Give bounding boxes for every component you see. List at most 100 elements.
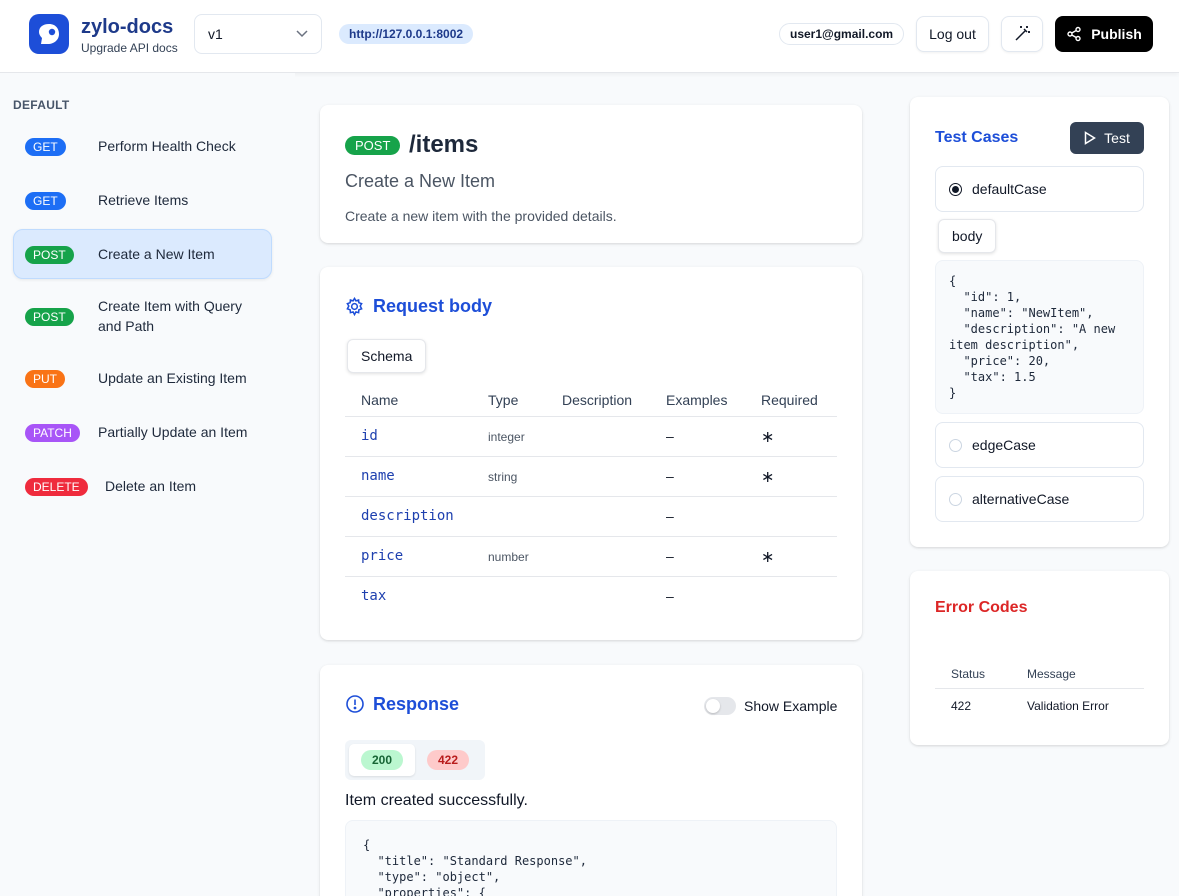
test-case-label: edgeCase [972, 437, 1036, 453]
sidebar-item-update-item[interactable]: PUT Update an Existing Item [13, 359, 272, 397]
server-url-badge: http://127.0.0.1:8002 [339, 24, 474, 44]
required-marker: ∗ [761, 429, 775, 446]
table-divider [345, 576, 837, 577]
sidebar-item-label: Create Item with Query and Path [98, 298, 242, 334]
method-badge: PATCH [25, 424, 80, 442]
publish-label: Publish [1091, 26, 1142, 42]
table-divider [345, 536, 837, 537]
show-example-label: Show Example [744, 698, 838, 714]
operation-description: Create a new item with the provided deta… [345, 208, 617, 224]
error-codes-title: Error Codes [935, 599, 1028, 616]
status-pill-422: 422 [427, 750, 469, 770]
field-example: – [666, 508, 674, 524]
method-badge: GET [25, 192, 66, 210]
error-status: 422 [951, 699, 972, 713]
chevron-down-icon [296, 30, 308, 38]
required-marker: ∗ [761, 469, 775, 486]
sidebar-item-label: Delete an Item [105, 478, 197, 494]
field-example: – [666, 468, 674, 484]
test-label: Test [1104, 130, 1130, 146]
play-icon [1084, 131, 1097, 145]
method-badge: DELETE [25, 478, 88, 496]
field-example: – [666, 588, 674, 604]
tab-body[interactable]: body [938, 219, 997, 253]
error-codes-card: Error Codes Status Message 422 Validatio… [910, 571, 1169, 745]
table-divider [345, 456, 837, 457]
test-case-label: defaultCase [972, 181, 1047, 197]
radio-selected[interactable] [949, 183, 962, 196]
test-cases-title: Test Cases [935, 129, 1019, 146]
publish-button[interactable]: Publish [1055, 16, 1153, 52]
field-type: number [488, 550, 529, 564]
method-badge: GET [25, 138, 66, 156]
field-name: name [361, 468, 395, 484]
magic-wand-icon [1015, 26, 1030, 41]
version-value: v1 [208, 26, 223, 42]
required-marker: ∗ [761, 549, 775, 566]
field-name: id [361, 428, 378, 444]
method-badge: PUT [25, 370, 65, 388]
table-divider [935, 688, 1144, 689]
request-body-title: Request body [373, 296, 493, 316]
sidebar-item-create-item[interactable]: POST Create a New Item [13, 229, 272, 279]
brand-name: zylo-docs [81, 16, 174, 38]
sidebar-heading: DEFAULT [13, 98, 70, 112]
table-divider [345, 496, 837, 497]
column-header-name: Name [361, 392, 399, 408]
tab-schema[interactable]: Schema [347, 339, 427, 373]
field-example: – [666, 428, 674, 444]
user-email-badge: user1@gmail.com [779, 23, 905, 45]
operation-method-badge: POST [345, 136, 401, 155]
operation-path: /items [409, 131, 479, 158]
column-header-description: Description [562, 392, 633, 408]
sidebar-item-retrieve-items[interactable]: GET Retrieve Items [13, 181, 272, 219]
test-case-default[interactable]: defaultCase [935, 166, 1144, 212]
field-type: integer [488, 430, 525, 444]
column-header-required: Required [761, 392, 818, 408]
test-case-edge[interactable]: edgeCase [935, 422, 1144, 468]
tab-status-200[interactable]: 200 [349, 744, 415, 776]
column-header-status: Status [951, 667, 986, 681]
show-example-toggle[interactable] [704, 697, 736, 715]
run-test-button[interactable]: Test [1070, 122, 1144, 154]
field-name: description [361, 508, 454, 524]
response-card: Response Show Example 200 422 Item creat… [320, 665, 862, 896]
sidebar-item-label: Create a New Item [98, 246, 215, 262]
test-case-alternative[interactable]: alternativeCase [935, 476, 1144, 522]
magic-wand-button[interactable] [1001, 16, 1043, 52]
info-circle-icon [346, 695, 364, 713]
sidebar-item-health-check[interactable]: GET Perform Health Check [13, 127, 272, 165]
logo-icon[interactable] [29, 14, 69, 54]
sidebar: DEFAULT GET Perform Health Check GET Ret… [0, 73, 295, 896]
version-select[interactable]: v1 [194, 14, 322, 54]
radio-unselected[interactable] [949, 439, 962, 452]
operation-header-card: POST /items Create a New Item Create a n… [320, 105, 862, 243]
logout-button[interactable]: Log out [916, 16, 989, 52]
sidebar-item-delete-item[interactable]: DELETE Delete an Item [13, 467, 272, 505]
radio-unselected[interactable] [949, 493, 962, 506]
toggle-knob [706, 699, 720, 713]
operation-summary: Create a New Item [345, 171, 496, 191]
field-name: tax [361, 588, 387, 604]
field-type: string [488, 470, 518, 484]
status-code-tabs: 200 422 [345, 740, 485, 780]
sidebar-item-label: Partially Update an Item [98, 424, 248, 440]
tab-status-422[interactable]: 422 [415, 744, 481, 776]
gear-icon [346, 297, 363, 316]
sidebar-item-label: Retrieve Items [98, 192, 189, 208]
sidebar-item-create-item-query-path[interactable]: POST Create Item with Query and Path [13, 293, 272, 341]
column-header-message: Message [1027, 667, 1076, 681]
brand-subtitle: Upgrade API docs [81, 41, 178, 55]
field-example: – [666, 548, 674, 564]
sidebar-item-label: Perform Health Check [98, 138, 236, 154]
table-divider [345, 416, 837, 417]
method-badge: POST [25, 246, 74, 264]
test-case-body-code[interactable]: { "id": 1, "name": "NewItem", "descripti… [935, 260, 1144, 414]
error-message: Validation Error [1027, 699, 1109, 713]
sidebar-item-partially-update-item[interactable]: PATCH Partially Update an Item [13, 413, 272, 451]
status-pill-200: 200 [361, 750, 403, 770]
share-icon [1067, 26, 1081, 42]
method-badge: POST [25, 308, 74, 326]
response-code-block: { "title": "Standard Response", "type": … [345, 820, 837, 896]
sidebar-item-label: Update an Existing Item [98, 370, 247, 386]
